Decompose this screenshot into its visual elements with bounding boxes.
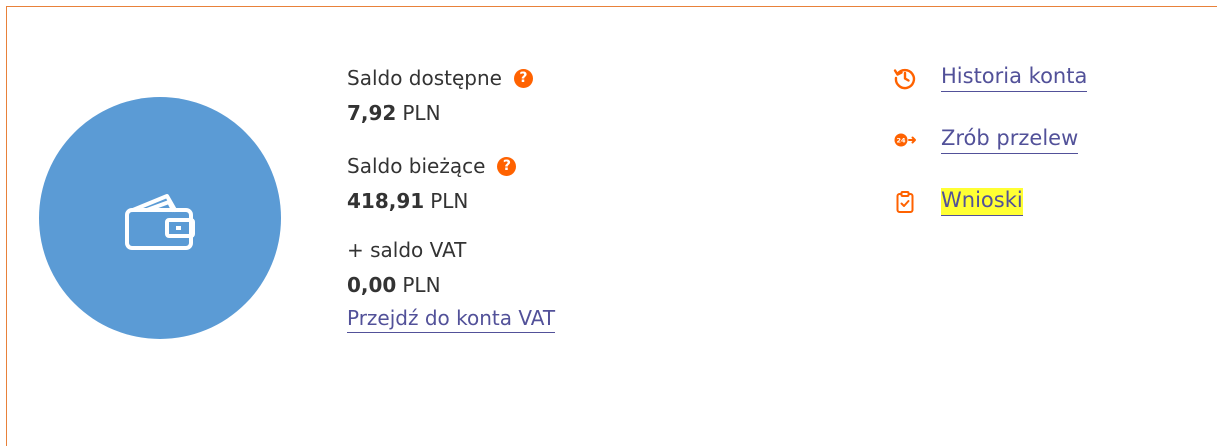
available-balance-label: Saldo dostępne — [347, 66, 502, 90]
action-transfer[interactable]: 24 Zrób przelew — [893, 120, 1193, 160]
vat-balance-value: 0,00 — [347, 273, 397, 297]
current-balance-label-row: Saldo bieżące ? — [347, 148, 767, 184]
svg-text:24: 24 — [896, 137, 906, 145]
action-history[interactable]: Historia konta — [893, 58, 1193, 98]
action-applications-label[interactable]: Wnioski — [941, 188, 1023, 216]
wallet-icon — [125, 194, 195, 250]
clipboard-check-icon — [893, 190, 917, 214]
action-applications[interactable]: Wnioski — [893, 182, 1193, 222]
go-to-vat-account-link[interactable]: Przejdź do konta VAT — [347, 306, 556, 333]
vat-balance-label: + saldo VAT — [347, 238, 467, 262]
quick-actions: Historia konta 24 Zrób przelew Wnioski — [893, 58, 1193, 244]
available-balance-currency: PLN — [402, 101, 441, 125]
current-balance-label: Saldo bieżące — [347, 154, 486, 178]
action-transfer-label[interactable]: Zrób przelew — [941, 126, 1079, 154]
current-balance-currency: PLN — [430, 189, 469, 213]
current-balance-amount: 418,91 PLN — [347, 184, 767, 218]
vat-balance-label-row: + saldo VAT — [347, 232, 767, 268]
available-balance-amount: 7,92 PLN — [347, 96, 767, 130]
history-icon — [893, 66, 917, 90]
action-history-label[interactable]: Historia konta — [941, 64, 1088, 92]
vat-balance-amount: 0,00 PLN — [347, 268, 767, 302]
vat-balance-currency: PLN — [402, 273, 441, 297]
current-balance-value: 418,91 — [347, 189, 425, 213]
balances-section: Saldo dostępne ? 7,92 PLN Saldo bieżące … — [347, 60, 767, 333]
available-balance-label-row: Saldo dostępne ? — [347, 60, 767, 96]
wallet-badge — [39, 97, 281, 339]
help-icon[interactable]: ? — [513, 68, 533, 88]
help-icon[interactable]: ? — [497, 156, 517, 176]
transfer-24-icon: 24 — [893, 128, 917, 152]
available-balance-value: 7,92 — [347, 101, 397, 125]
